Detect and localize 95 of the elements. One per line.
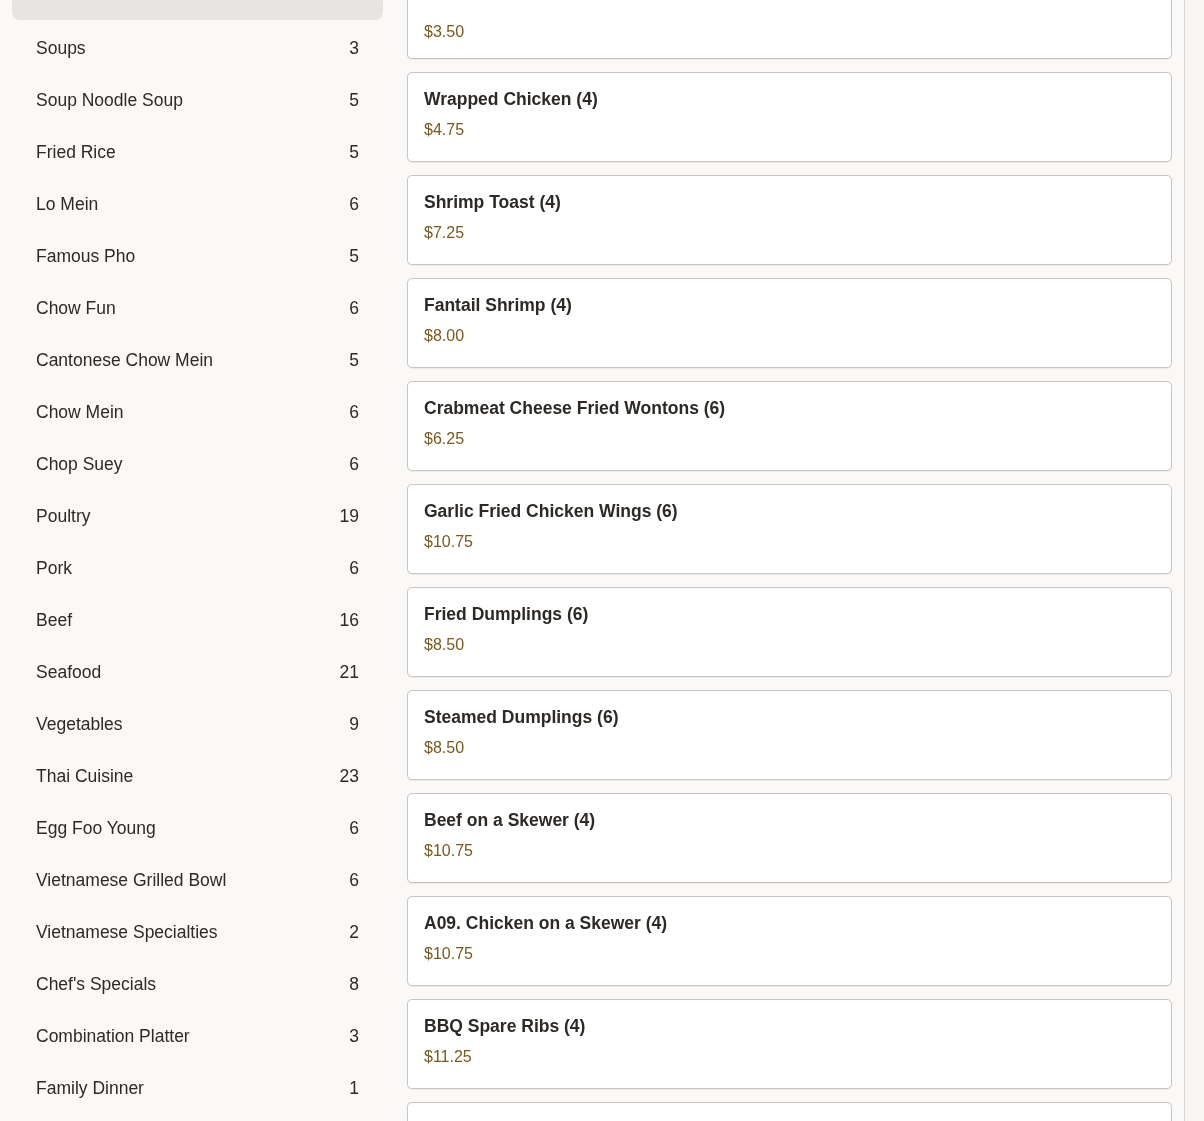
item-price: $10.75 — [424, 944, 474, 964]
category-item[interactable]: Soup Noodle Soup 5 — [12, 77, 383, 123]
item-count: 5 — [349, 88, 359, 112]
category-item[interactable]: Chow Fun 6 — [12, 285, 383, 331]
category-item[interactable]: Vegetables 9 — [12, 701, 383, 747]
category-name: Cantonese Chow Mein — [36, 348, 214, 372]
item-name: BBQ Spare Ribs (4) — [424, 1016, 587, 1037]
category-item[interactable]: Seafood 21 — [12, 649, 383, 695]
category-item[interactable]: Cantonese Chow Mein 5 — [12, 337, 383, 383]
category-item[interactable]: Combination Platter 3 — [12, 1013, 383, 1059]
item-price: $10.75 — [424, 532, 474, 552]
item-price: $10.75 — [424, 841, 474, 861]
category-name: Poultry — [36, 504, 91, 528]
category-item[interactable]: Fried Rice 5 — [12, 129, 383, 175]
category-item[interactable]: Egg Foo Young 6 — [12, 805, 383, 851]
category-item[interactable]: Soups 3 — [12, 25, 383, 71]
menu-item-card[interactable]: Wrapped Chicken (4) $4.75 — [407, 72, 1172, 162]
item-count: 9 — [349, 712, 359, 736]
item-name: Steamed Dumplings (6) — [424, 707, 620, 728]
category-item[interactable]: Chef's Specials 8 — [12, 961, 383, 1007]
menu-item-card[interactable]: $3.50 — [407, 0, 1172, 59]
item-count: 6 — [349, 868, 359, 892]
category-name: Vietnamese Specialties — [36, 920, 218, 944]
item-count: 6 — [349, 556, 359, 580]
item-count: 23 — [339, 764, 359, 788]
item-name: Beef on a Skewer (4) — [424, 810, 597, 831]
item-count: 2 — [349, 920, 359, 944]
item-price: $4.75 — [424, 120, 466, 140]
item-price: $6.25 — [424, 429, 466, 449]
item-name: Wrapped Chicken (4) — [424, 89, 599, 110]
category-name: Seafood — [36, 660, 102, 684]
category-name: Thai Cuisine — [36, 764, 134, 788]
category-item[interactable]: Poultry 19 — [12, 493, 383, 539]
item-price: $3.50 — [424, 21, 466, 41]
category-name: Vegetables — [36, 712, 123, 736]
category-item[interactable]: Pork 6 — [12, 545, 383, 591]
item-count: 5 — [349, 244, 359, 268]
item-count: 5 — [349, 348, 359, 372]
category-name: Beef — [36, 608, 72, 632]
category-item[interactable]: Family Dinner 1 — [12, 1065, 383, 1111]
category-item[interactable]: Famous Pho 5 — [12, 233, 383, 279]
category-name: Chow Fun — [36, 296, 116, 320]
item-name: Garlic Fried Chicken Wings (6) — [424, 501, 679, 522]
item-count: 5 — [349, 140, 359, 164]
category-name: Pork — [36, 556, 72, 580]
menu-item-card[interactable]: A09. Chicken on a Skewer (4) $10.75 — [407, 896, 1172, 986]
category-item[interactable]: Chow Mein 6 — [12, 389, 383, 435]
category-item[interactable]: Vietnamese Grilled Bowl 6 — [12, 857, 383, 903]
item-count: 1 — [349, 1076, 359, 1100]
category-name: Lo Mein — [36, 192, 99, 216]
item-count: 6 — [349, 452, 359, 476]
item-count: 19 — [339, 504, 359, 528]
category-item[interactable]: Thai Cuisine 23 — [12, 753, 383, 799]
item-count: 16 — [339, 608, 359, 632]
category-name: Combination Platter — [36, 1024, 190, 1048]
item-name: Shrimp Toast (4) — [424, 192, 562, 213]
item-price: $8.00 — [424, 326, 466, 346]
menu-item-card[interactable]: Fried Dumplings (6) $8.50 — [407, 587, 1172, 677]
category-name: Chop Suey — [36, 452, 123, 476]
category-item[interactable]: Lo Mein 6 — [12, 181, 383, 227]
item-count: 6 — [349, 400, 359, 424]
category-name: Family Dinner — [36, 1076, 144, 1100]
category-name: Famous Pho — [36, 244, 136, 268]
item-name: Fantail Shrimp (4) — [424, 295, 573, 316]
item-count: 6 — [349, 296, 359, 320]
item-count: 3 — [349, 1024, 359, 1048]
category-name: Soups — [36, 36, 86, 60]
item-count: 8 — [349, 972, 359, 996]
category-name: Vietnamese Grilled Bowl — [36, 868, 227, 892]
item-name: A09. Chicken on a Skewer (4) — [424, 913, 669, 934]
menu-item-card[interactable]: Crabmeat Cheese Fried Wontons (6) $6.25 — [407, 381, 1172, 471]
category-name: Fried Rice — [36, 140, 116, 164]
category-name: Chow Mein — [36, 400, 124, 424]
item-count: 6 — [349, 816, 359, 840]
category-name: Chef's Specials — [36, 972, 157, 996]
category-item[interactable]: Beef 16 — [12, 597, 383, 643]
menu-item-card[interactable]: Fantail Shrimp (4) $8.00 — [407, 278, 1172, 368]
item-name: Crabmeat Cheese Fried Wontons (6) — [424, 398, 727, 419]
category-name: Egg Foo Young — [36, 816, 156, 840]
item-count: 6 — [349, 192, 359, 216]
menu-item-card[interactable]: Beef on a Skewer (4) $10.75 — [407, 793, 1172, 883]
menu-item-card[interactable]: Shrimp Toast (4) $7.25 — [407, 175, 1172, 265]
item-name: Fried Dumplings (6) — [424, 604, 590, 625]
item-price: $11.25 — [424, 1047, 473, 1067]
menu-item-card[interactable]: Garlic Fried Chicken Wings (6) $10.75 — [407, 484, 1172, 574]
category-item[interactable]: Chop Suey 6 — [12, 441, 383, 487]
category-item[interactable]: Vietnamese Specialties 2 — [12, 909, 383, 955]
menu-item-card[interactable]: BBQ Spare Ribs (4) $11.25 — [407, 999, 1172, 1089]
menu-item-card[interactable]: Steamed Dumplings (6) $8.50 — [407, 690, 1172, 780]
category-name: Soup Noodle Soup — [36, 88, 183, 112]
item-price: $7.25 — [424, 223, 466, 243]
item-count: 3 — [349, 36, 359, 60]
item-price: $8.50 — [424, 635, 466, 655]
item-price: $8.50 — [424, 738, 466, 758]
item-count: 21 — [339, 660, 359, 684]
